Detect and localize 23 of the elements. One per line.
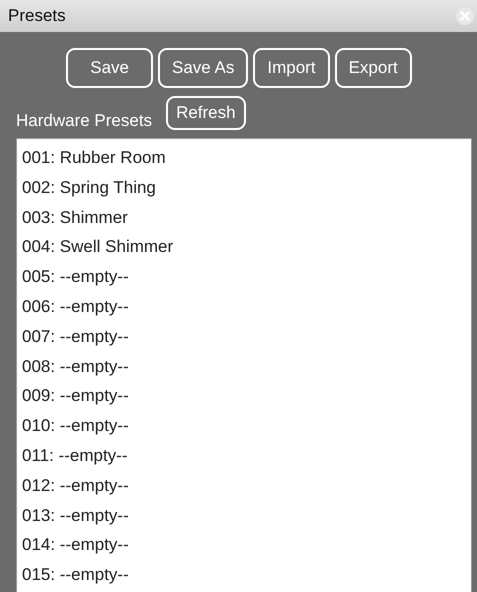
preset-item[interactable]: 010: --empty-- <box>22 411 471 441</box>
preset-item[interactable]: 011: --empty-- <box>22 440 471 471</box>
preset-item[interactable]: 007: --empty-- <box>22 322 471 352</box>
toolbar-button[interactable]: Save As <box>158 48 248 88</box>
preset-item[interactable]: 002: Spring Thing <box>22 172 471 203</box>
preset-item[interactable]: 014: --empty-- <box>22 530 471 560</box>
preset-item[interactable]: 001: Rubber Room <box>22 143 471 173</box>
toolbar-button[interactable]: Save <box>66 48 154 88</box>
preset-item[interactable]: 008: --empty-- <box>22 352 471 382</box>
section-label: Hardware Presets <box>16 111 152 131</box>
preset-item[interactable]: 006: --empty-- <box>22 292 471 322</box>
toolbar-button[interactable]: Import <box>253 48 330 88</box>
preset-item[interactable]: 004: Swell Shimmer <box>22 232 471 262</box>
preset-item[interactable]: 012: --empty-- <box>22 470 471 501</box>
window-title: Presets <box>8 6 66 26</box>
preset-item[interactable]: 015: --empty-- <box>22 560 471 590</box>
preset-item[interactable]: 005: --empty-- <box>22 262 471 292</box>
toolbar-button[interactable]: Export <box>334 48 412 88</box>
preset-item[interactable]: 003: Shimmer <box>22 202 471 232</box>
preset-item[interactable]: 009: --empty-- <box>22 381 471 412</box>
close-icon[interactable] <box>456 7 474 25</box>
preset-item[interactable]: 013: --empty-- <box>22 500 471 530</box>
refresh-button[interactable]: Refresh <box>166 96 246 130</box>
